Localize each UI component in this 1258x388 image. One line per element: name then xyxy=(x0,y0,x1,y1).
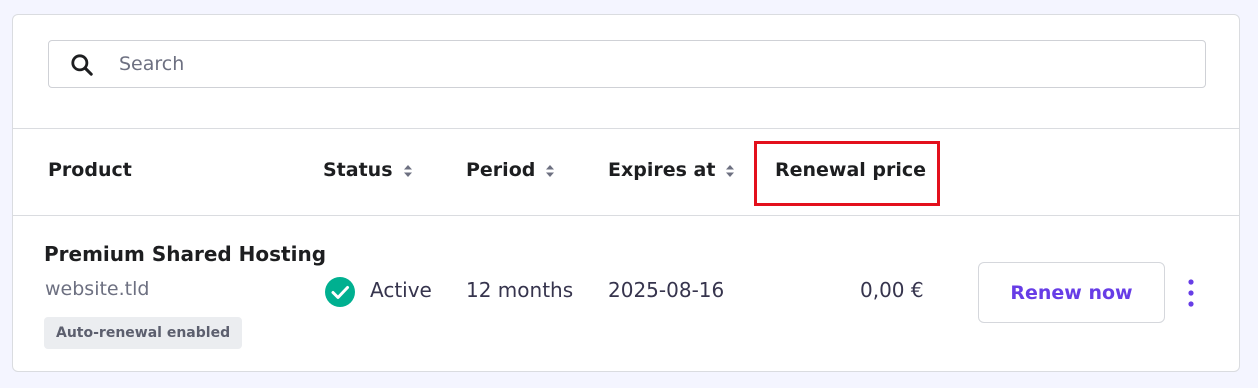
search-icon xyxy=(71,54,93,76)
status-text: Active xyxy=(370,278,432,302)
column-header-product: Product xyxy=(48,159,132,181)
sort-icon[interactable] xyxy=(403,164,413,178)
header-divider xyxy=(13,128,1239,129)
search-input[interactable] xyxy=(119,41,1179,87)
column-header-expires[interactable]: Expires at xyxy=(608,159,735,181)
sort-icon[interactable] xyxy=(545,164,555,178)
more-vertical-icon[interactable] xyxy=(1181,277,1201,309)
domain-name: website.tld xyxy=(45,278,150,300)
column-header-status[interactable]: Status xyxy=(323,159,413,181)
row-divider xyxy=(13,215,1239,216)
period-value: 12 months xyxy=(466,278,574,302)
highlight-annotation xyxy=(754,141,940,206)
subscriptions-card: Product Status Period Expires at Renewal… xyxy=(12,14,1240,372)
expiry-date: 2025-08-16 xyxy=(608,278,725,302)
renew-now-button[interactable]: Renew now xyxy=(978,262,1165,323)
search-field[interactable] xyxy=(48,40,1206,88)
product-name: Premium Shared Hosting xyxy=(44,242,327,266)
auto-renewal-badge: Auto-renewal enabled xyxy=(44,317,243,349)
renewal-price-value: 0,00 € xyxy=(860,278,924,302)
sort-icon[interactable] xyxy=(725,164,735,178)
check-circle-icon xyxy=(325,277,355,307)
column-header-period[interactable]: Period xyxy=(466,159,555,181)
